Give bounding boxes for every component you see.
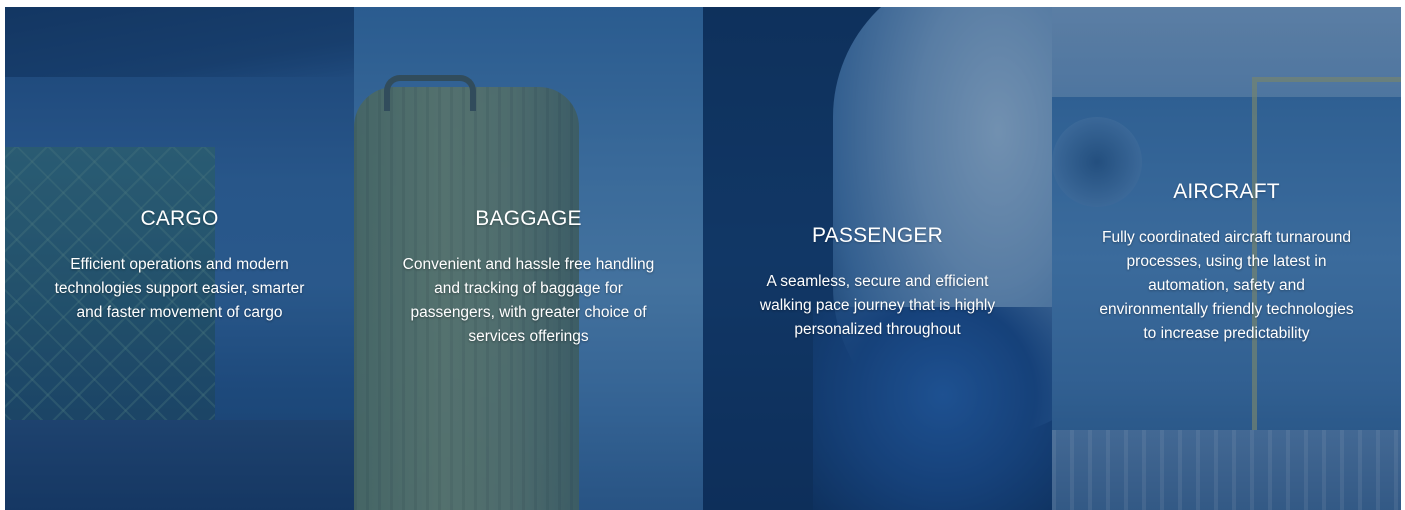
panel-description: Convenient and hassle free handling and … bbox=[402, 256, 655, 345]
panel-title: PASSENGER bbox=[812, 224, 943, 247]
panel-cargo[interactable]: CARGO Efficient operations and modern te… bbox=[5, 7, 354, 510]
panel-content: PASSENGER A seamless, secure and efficie… bbox=[703, 224, 1052, 342]
panel-description: Fully coordinated aircraft turnaround pr… bbox=[1099, 229, 1354, 342]
panel-content: BAGGAGE Convenient and hassle free handl… bbox=[354, 207, 703, 349]
panel-content: AIRCRAFT Fully coordinated aircraft turn… bbox=[1052, 180, 1401, 346]
panel-baggage[interactable]: BAGGAGE Convenient and hassle free handl… bbox=[354, 7, 703, 510]
panel-title: CARGO bbox=[140, 207, 219, 230]
panel-title: AIRCRAFT bbox=[1173, 180, 1280, 203]
panel-content: CARGO Efficient operations and modern te… bbox=[5, 207, 354, 325]
panel-description: Efficient operations and modern technolo… bbox=[54, 256, 305, 321]
panel-description: A seamless, secure and efficient walking… bbox=[759, 273, 996, 338]
panel-aircraft[interactable]: AIRCRAFT Fully coordinated aircraft turn… bbox=[1052, 7, 1401, 510]
panel-title: BAGGAGE bbox=[475, 207, 582, 230]
panel-passenger[interactable]: PASSENGER A seamless, secure and efficie… bbox=[703, 7, 1052, 510]
services-strip: CARGO Efficient operations and modern te… bbox=[5, 7, 1401, 510]
